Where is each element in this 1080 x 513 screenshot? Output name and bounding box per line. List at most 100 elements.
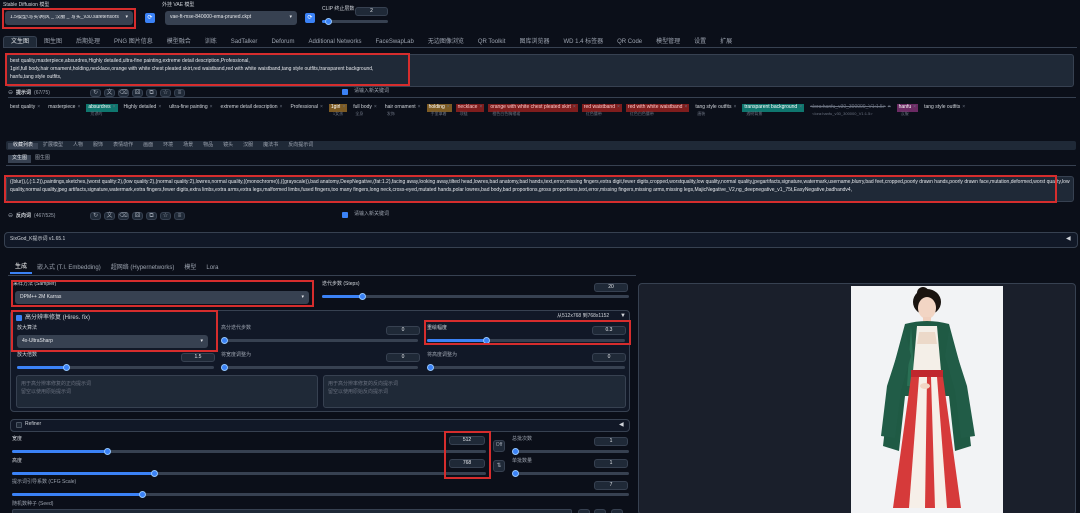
close-icon[interactable]: × bbox=[799, 104, 802, 111]
category-tab-0[interactable]: 收藏列表 bbox=[8, 142, 39, 149]
category-tab-10[interactable]: 汉服 bbox=[238, 142, 258, 149]
prompt-tag[interactable]: ultra-fine painting × bbox=[167, 104, 214, 112]
prompt-tag-chip[interactable]: masterpiece × bbox=[46, 104, 82, 112]
prompt-tag[interactable]: absurdres × 荒谬的 bbox=[86, 104, 118, 116]
prompt-tag[interactable]: masterpiece × bbox=[46, 104, 82, 112]
prompt-tag[interactable]: red waistband × 红色腰带 bbox=[581, 104, 622, 116]
refresh-models-button[interactable]: ⟳ bbox=[145, 13, 155, 23]
cfg-slider[interactable] bbox=[12, 491, 629, 498]
close-icon[interactable]: × bbox=[37, 104, 40, 111]
resize-w-input[interactable]: 0 bbox=[386, 353, 420, 362]
gen-tab-1[interactable]: 嵌入式 (T.I. Embedding) bbox=[32, 264, 106, 273]
recycle-icon[interactable] bbox=[594, 509, 606, 513]
tab-6[interactable]: SadTalker bbox=[224, 37, 265, 48]
prompt-tag[interactable]: Highly detailed × bbox=[122, 104, 164, 112]
close-icon[interactable]: × bbox=[684, 104, 687, 111]
prompt-tag-chip[interactable]: extreme detail description × bbox=[219, 104, 285, 112]
close-icon[interactable]: × bbox=[888, 104, 891, 111]
category-tab-4[interactable]: 表情动作 bbox=[108, 142, 138, 149]
negative-new-tag-input[interactable]: 请输入新关键词 bbox=[354, 211, 389, 218]
triangle-left-icon[interactable]: ◀ bbox=[619, 422, 624, 429]
close-icon[interactable]: × bbox=[158, 104, 161, 111]
copy-icon[interactable]: ⧉ bbox=[146, 212, 157, 220]
width-slider[interactable] bbox=[12, 448, 486, 455]
close-icon[interactable]: × bbox=[210, 104, 213, 111]
close-icon[interactable]: × bbox=[280, 104, 283, 111]
tab-2[interactable]: 后期处理 bbox=[69, 37, 107, 48]
close-icon[interactable]: × bbox=[113, 104, 116, 111]
steps-slider[interactable] bbox=[322, 293, 629, 300]
translate-icon[interactable]: 文 bbox=[104, 212, 115, 220]
tab-8[interactable]: Additional Networks bbox=[301, 37, 368, 48]
tab-17[interactable]: 扩展 bbox=[713, 37, 739, 48]
prompt-tag[interactable]: full body × 全身 bbox=[351, 104, 379, 116]
triangle-left-icon[interactable]: ◀ bbox=[1066, 236, 1071, 243]
prompt-tag[interactable]: Professional × bbox=[288, 104, 324, 112]
close-icon[interactable]: × bbox=[418, 104, 421, 111]
hires-steps-input[interactable]: 0 bbox=[386, 326, 420, 335]
refiner-checkbox[interactable] bbox=[16, 422, 22, 428]
prompt-tag[interactable]: orange with white chest pleated skirt × 橙色… bbox=[488, 104, 578, 116]
category-tab-3[interactable]: 服饰 bbox=[88, 142, 108, 149]
close-icon[interactable]: × bbox=[479, 104, 482, 111]
prompt-tag[interactable]: extreme detail description × bbox=[219, 104, 285, 112]
toggle-checkbox[interactable] bbox=[342, 89, 348, 95]
clip-slider[interactable] bbox=[322, 18, 388, 25]
close-icon[interactable]: × bbox=[733, 104, 736, 111]
tab-3[interactable]: PNG 图片信息 bbox=[107, 37, 160, 48]
dice-icon[interactable]: ⚄ bbox=[132, 89, 143, 97]
dice-icon[interactable]: ⚄ bbox=[132, 212, 143, 220]
prompt-tag[interactable]: 1girl × 1女孩 bbox=[328, 104, 348, 116]
tab-12[interactable]: 图库浏览器 bbox=[512, 37, 556, 48]
prompt-tag[interactable]: <lora:hanfu_v30_300000_V1:1.5> × <lora:han… bbox=[808, 104, 893, 116]
extra-seed-icon[interactable] bbox=[611, 509, 623, 513]
prompt-tag[interactable]: holding × 手里拿着 bbox=[426, 104, 452, 116]
refiner-row[interactable]: Refiner bbox=[16, 421, 41, 428]
sixgod-panel[interactable] bbox=[4, 232, 1078, 248]
tab-11[interactable]: QR Toolkit bbox=[471, 37, 513, 48]
collapse-icon[interactable]: ⊖ bbox=[8, 90, 13, 97]
tab-15[interactable]: 模型管理 bbox=[649, 37, 687, 48]
resize-h-slider[interactable] bbox=[427, 364, 625, 371]
close-icon[interactable]: × bbox=[342, 104, 345, 111]
tab-14[interactable]: QR Code bbox=[610, 37, 649, 48]
tab-13[interactable]: WD 1.4 标签器 bbox=[556, 37, 610, 48]
tab-10[interactable]: 无边图像浏览 bbox=[421, 37, 471, 48]
close-icon[interactable]: × bbox=[573, 104, 576, 111]
prompt-tag-chip[interactable]: Professional × bbox=[288, 104, 324, 112]
category-tab-6[interactable]: 环境 bbox=[158, 142, 178, 149]
clear-icon[interactable]: ⌫ bbox=[118, 89, 129, 97]
batch-size-slider[interactable] bbox=[512, 470, 629, 477]
sub-tab-0[interactable]: 文生图 bbox=[8, 155, 32, 163]
history-icon[interactable]: ↻ bbox=[90, 212, 101, 220]
height-slider[interactable] bbox=[12, 470, 486, 477]
gen-tab-0[interactable]: 生成 bbox=[10, 263, 33, 274]
cfg-input[interactable]: 7 bbox=[594, 481, 628, 490]
prompt-tag[interactable]: hanfu × 汉服 bbox=[896, 104, 919, 116]
steps-input[interactable]: 20 bbox=[594, 283, 628, 292]
category-tab-2[interactable]: 人物 bbox=[68, 142, 88, 149]
tab-9[interactable]: FaceSwapLab bbox=[368, 37, 420, 48]
resize-h-input[interactable]: 0 bbox=[592, 353, 626, 362]
tab-5[interactable]: 训练 bbox=[198, 37, 224, 48]
category-tab-7[interactable]: 场景 bbox=[178, 142, 198, 149]
gen-tab-2[interactable]: 超网络 (Hypernetworks) bbox=[106, 264, 180, 273]
close-icon[interactable]: × bbox=[374, 104, 377, 111]
clear-icon[interactable]: ⌫ bbox=[118, 212, 129, 220]
sub-tab-1[interactable]: 图生图 bbox=[31, 155, 54, 163]
close-icon[interactable]: × bbox=[962, 104, 965, 111]
upscale-by-slider[interactable] bbox=[17, 364, 214, 371]
resize-w-slider[interactable] bbox=[221, 364, 418, 371]
category-tab-12[interactable]: 反向提示词 bbox=[283, 142, 318, 149]
prompt-tag[interactable]: tang style outfits × 唐装 bbox=[693, 104, 738, 116]
list-icon[interactable]: ≡ bbox=[174, 212, 185, 220]
swap-dimensions-button[interactable]: ⇅ bbox=[493, 460, 505, 472]
prompt-tag[interactable]: necklace × 项链 bbox=[455, 104, 485, 116]
prompt-tag[interactable]: red with white waistband × 红色白色腰带 bbox=[625, 104, 690, 116]
vae-select[interactable]: vae-ft-mse-840000-ema-pruned.ckpt ▾ bbox=[165, 11, 297, 25]
batch-count-input[interactable]: 1 bbox=[594, 437, 628, 446]
gen-tab-3[interactable]: 模型 bbox=[179, 264, 201, 273]
gen-tab-4[interactable]: Lora bbox=[201, 264, 223, 273]
close-icon[interactable]: × bbox=[447, 104, 450, 111]
refresh-vae-button[interactable]: ⟳ bbox=[305, 13, 315, 23]
